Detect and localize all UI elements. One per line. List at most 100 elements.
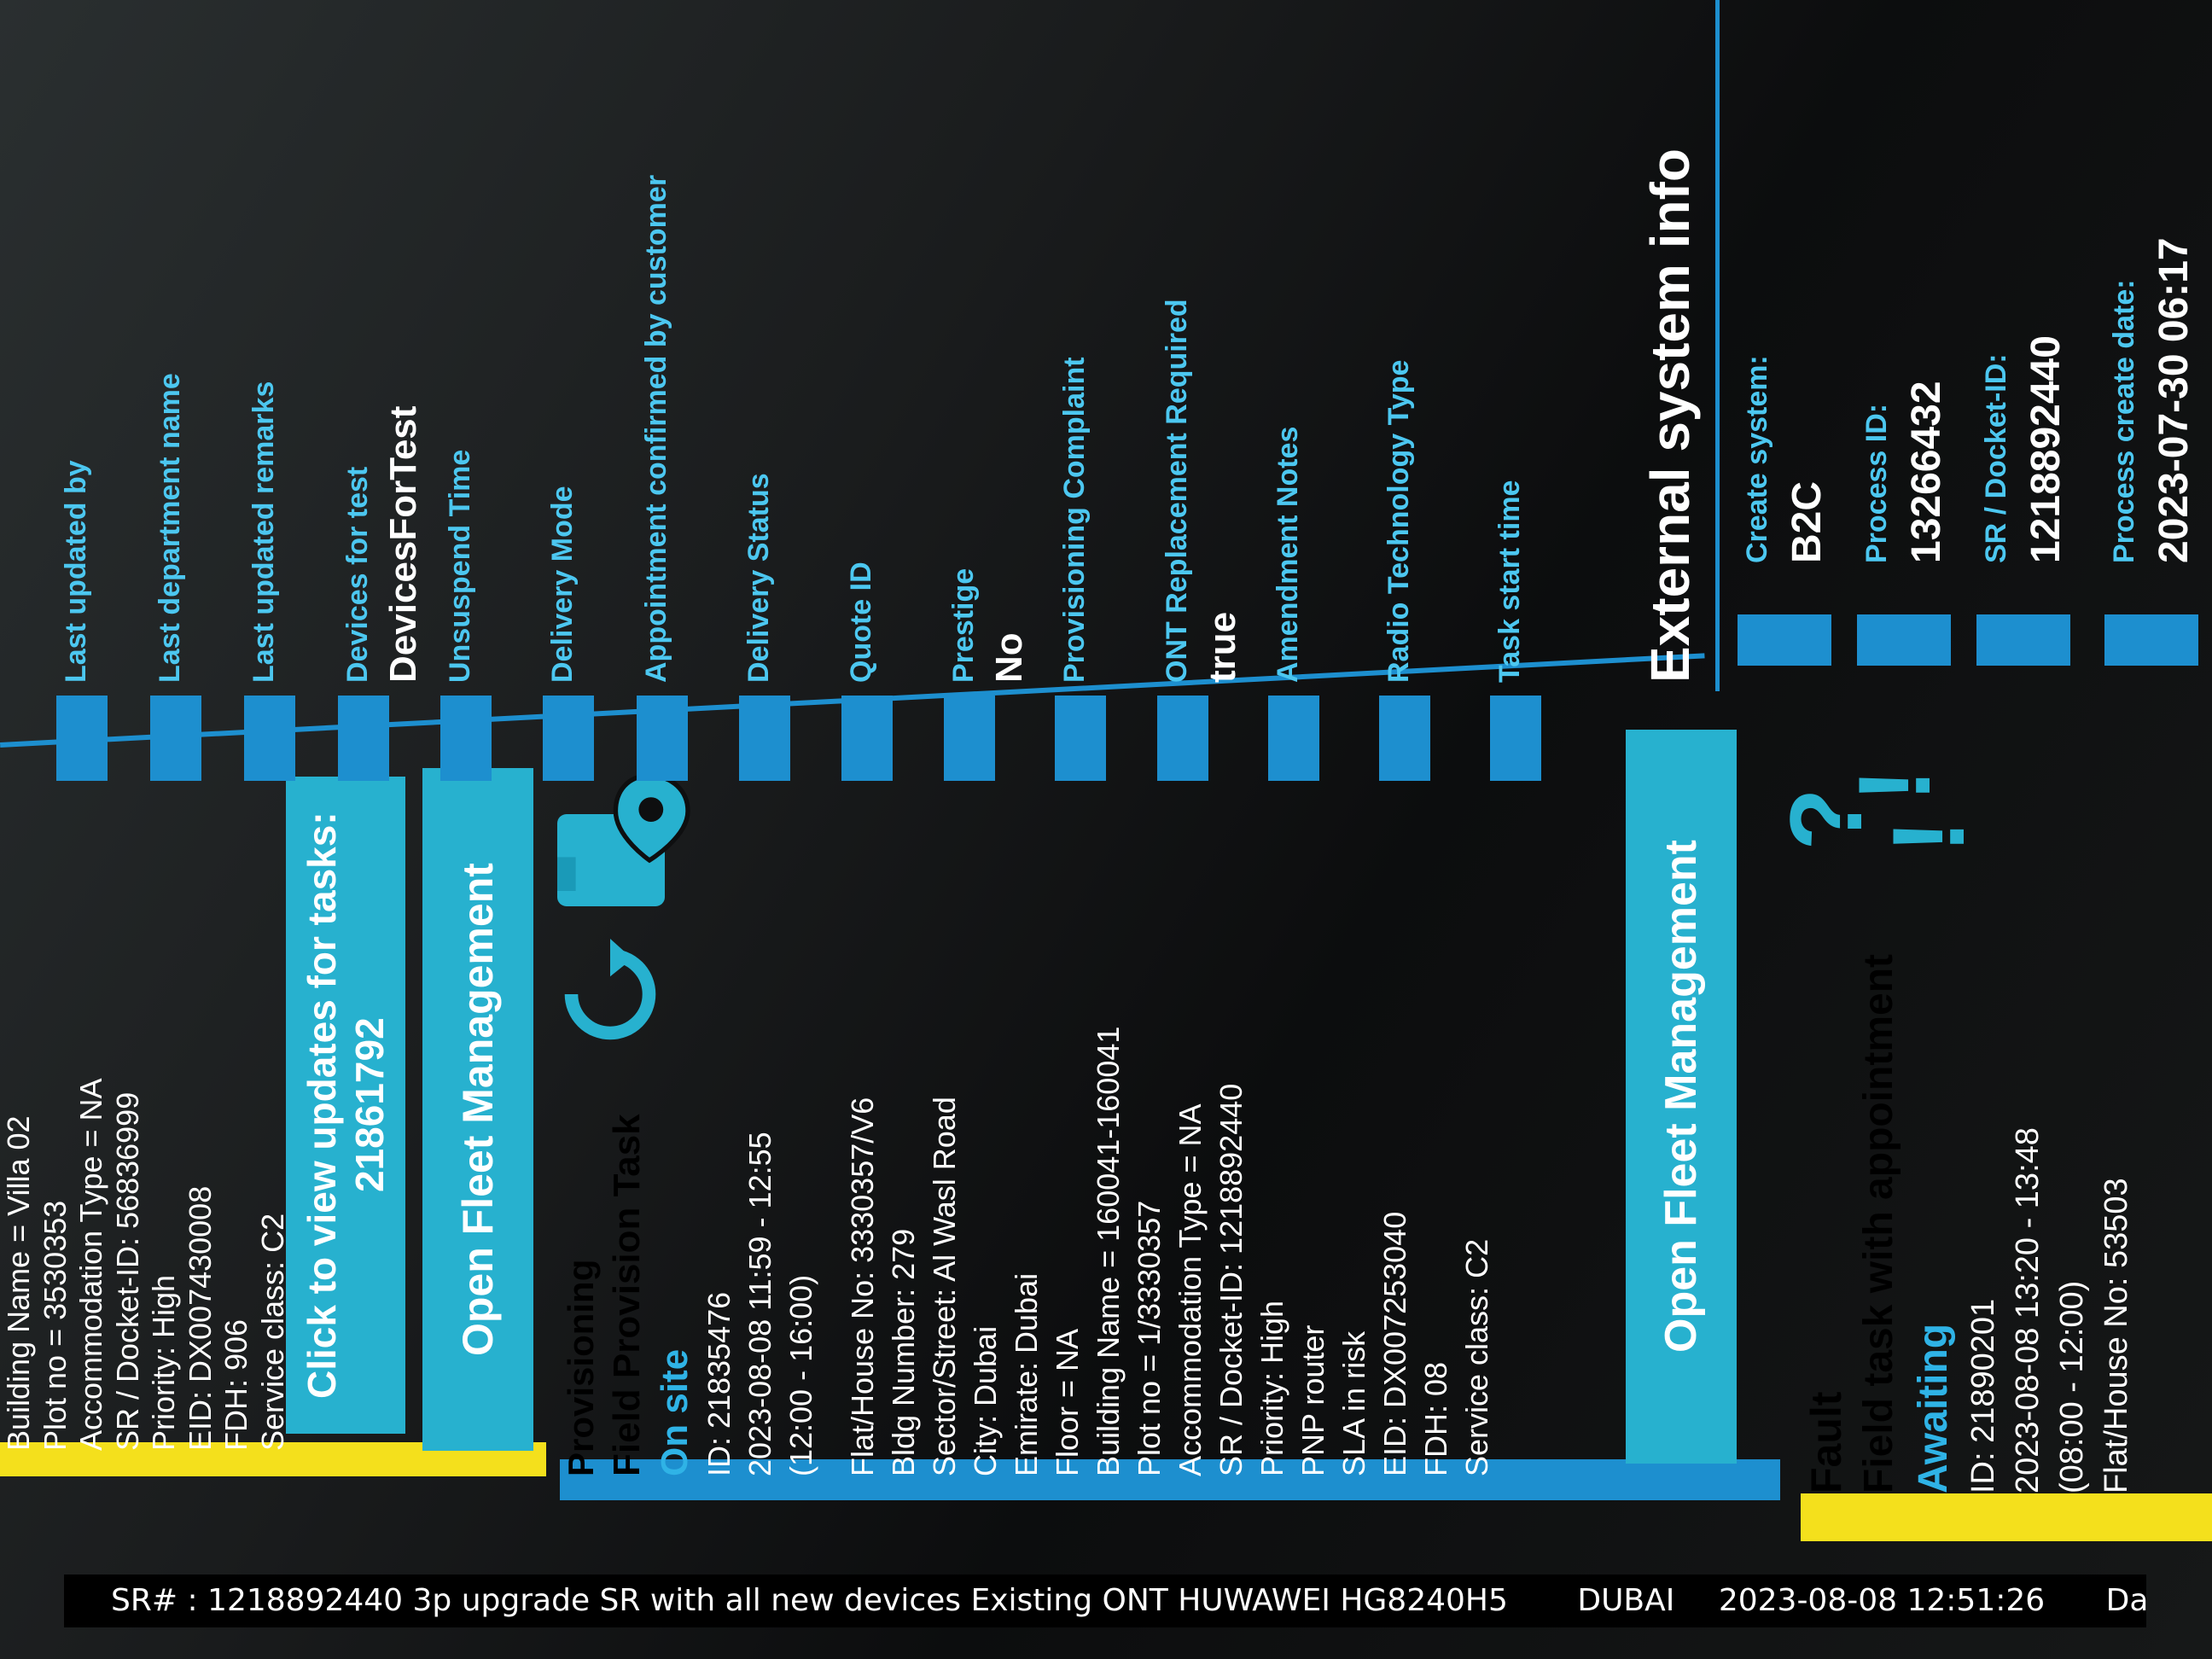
view-updates-button[interactable]: Click to view updates for tasks: 2186179…: [286, 777, 405, 1434]
external-system-heading: External system info: [1639, 148, 1701, 683]
city-text: DUBAI: [1577, 1583, 1675, 1618]
detail-row: Building Name = Villa 02: [1, 1115, 36, 1451]
ext-value: B2C: [1784, 480, 1830, 563]
info-field: Last department name: [150, 51, 239, 781]
info-label: Radio Technology Type: [1382, 359, 1415, 683]
open-fleet-management-button[interactable]: Open Fleet Management: [422, 768, 533, 1451]
info-label: Last updated remarks: [247, 381, 280, 683]
info-label: Quote ID: [845, 562, 877, 683]
task-category: Fault: [1802, 1391, 1850, 1493]
ext-value: 13266432: [1904, 381, 1949, 563]
field-square[interactable]: [1268, 696, 1319, 781]
info-field: ONT Replacement Required true: [1157, 51, 1263, 781]
field-square[interactable]: [841, 696, 893, 781]
detail-row: 2023-08-08 11:59 - 12:55: [742, 1132, 777, 1476]
provisioning-text: Provisioning Field Provision Task On sit…: [559, 922, 1651, 1476]
info-field: Provisioning Complaint: [1055, 51, 1144, 781]
detail-row: 2023-08-08 13:20 - 13:48: [2010, 1127, 2046, 1493]
detail-row: City: Dubai: [968, 1325, 1003, 1476]
info-value: true: [1202, 611, 1243, 683]
info-field: Last updated by: [56, 51, 145, 781]
ext-label: Create system:: [1741, 355, 1773, 563]
detail-row: FDH: 08: [1418, 1361, 1453, 1476]
detail-row: Service class: C2: [254, 1213, 290, 1451]
info-field: Delivery Mode: [543, 51, 632, 781]
field-square[interactable]: [1857, 614, 1951, 666]
field-square[interactable]: [543, 696, 594, 781]
info-label: Task start time: [1493, 480, 1526, 683]
ext-field: SR / Docket-ID: 1218892440: [1976, 0, 2099, 691]
field-square[interactable]: [1490, 696, 1541, 781]
detail-row: SR / Docket-ID: 1218892440: [1214, 1083, 1249, 1476]
field-square[interactable]: [244, 696, 295, 781]
ext-label: Process ID:: [1860, 403, 1893, 563]
field-square[interactable]: [1157, 696, 1208, 781]
detail-row: [822, 922, 842, 1476]
info-field: Last updated remarks: [244, 51, 333, 781]
ext-field: Process ID: 13266432: [1857, 0, 1980, 691]
open-fleet-management-button[interactable]: Open Fleet Management: [1626, 730, 1737, 1464]
field-square[interactable]: [150, 696, 201, 781]
field-square[interactable]: [56, 696, 108, 781]
info-label: Appointment confirmed by customer: [640, 174, 672, 683]
field-square[interactable]: [944, 696, 995, 781]
detail-row: Priority: High: [146, 1274, 181, 1451]
detail-row: (08:00 - 12:00): [2054, 1280, 2090, 1493]
detail-row: SLA in risk: [1336, 1330, 1371, 1476]
datetime-text: 2023-08-08 12:51:26: [1718, 1583, 2046, 1618]
info-field: Prestige No: [944, 51, 1050, 781]
map-pin-folder-icon[interactable]: [542, 768, 696, 922]
field-square[interactable]: [440, 696, 492, 781]
detail-row: SR / Docket-ID: 56836999: [109, 1091, 145, 1451]
task-name: Field task with appointment: [1856, 953, 1901, 1493]
info-label: Devices for test: [341, 466, 374, 683]
info-field: Quote ID: [841, 51, 930, 781]
info-label: Delivery Status: [742, 473, 775, 683]
field-square[interactable]: [1976, 614, 2070, 666]
field-square[interactable]: [1738, 614, 1831, 666]
field-square[interactable]: [338, 696, 389, 781]
field-square[interactable]: [739, 696, 790, 781]
detail-row: ID: 21835476: [701, 1291, 736, 1476]
detail-row: PNP router: [1295, 1324, 1330, 1476]
field-square[interactable]: [1055, 696, 1106, 781]
field-square[interactable]: [1379, 696, 1430, 781]
fleet-button-label: Open Fleet Management: [1656, 840, 1706, 1353]
detail-row: Accommodation Type = NA: [1173, 1103, 1208, 1476]
detail-row: Priority: High: [1254, 1300, 1289, 1476]
detail-row: Sector/Street: Al Wasl Road: [927, 1097, 962, 1476]
info-field: Unsuspend Time: [440, 51, 529, 781]
info-label: Last updated by: [60, 460, 92, 683]
info-field: Devices for test DevicesForTest: [338, 51, 444, 781]
ext-field: Create system: B2C: [1738, 0, 1860, 691]
fleet-button-label: Open Fleet Management: [454, 863, 502, 1356]
detail-row: Flat/House No: 3330357/V6: [845, 1097, 880, 1476]
detail-row: Service class: C2: [1459, 1238, 1494, 1476]
divider: [1715, 0, 1720, 691]
info-field: Delivery Status: [739, 51, 828, 781]
date-label: Date: [2105, 1583, 2146, 1618]
ext-value: 2023-07-30 06:17: [2151, 237, 2197, 563]
priority-stripe-yellow: [1801, 1493, 2212, 1541]
ext-label: SR / Docket-ID:: [1980, 353, 2012, 563]
ext-field: Process create date: 2023-07-30 06:17: [2104, 0, 2212, 691]
fault-text: Fault Field task with appointment Awaiti…: [1801, 862, 2210, 1493]
refresh-icon[interactable]: [555, 939, 666, 1050]
detail-row: FDH: 906: [218, 1318, 253, 1451]
info-value: DevicesForTest: [382, 405, 424, 683]
info-field: Radio Technology Type: [1379, 51, 1468, 781]
detail-row: Bldg Number: 279: [886, 1228, 921, 1476]
detail-row: Plot no = 3530353: [37, 1200, 73, 1451]
detail-row: Building Name = 160041-160041: [1091, 1026, 1126, 1476]
info-field: Appointment confirmed by customer: [637, 51, 725, 781]
detail-row: EID: DX007430008: [182, 1185, 218, 1451]
detail-row: Flat/House No: 53503: [2098, 1178, 2134, 1493]
info-label: Provisioning Complaint: [1058, 357, 1091, 683]
info-field: Amendment Notes: [1268, 51, 1357, 781]
info-label: ONT Replacement Required: [1161, 299, 1193, 683]
field-square[interactable]: [637, 696, 688, 781]
field-square[interactable]: [2104, 614, 2198, 666]
detail-row: Floor = NA: [1050, 1328, 1085, 1476]
view-updates-label: Click to view updates for tasks: 2186179…: [300, 812, 392, 1399]
detail-row: Emirate: Dubai: [1009, 1272, 1044, 1476]
